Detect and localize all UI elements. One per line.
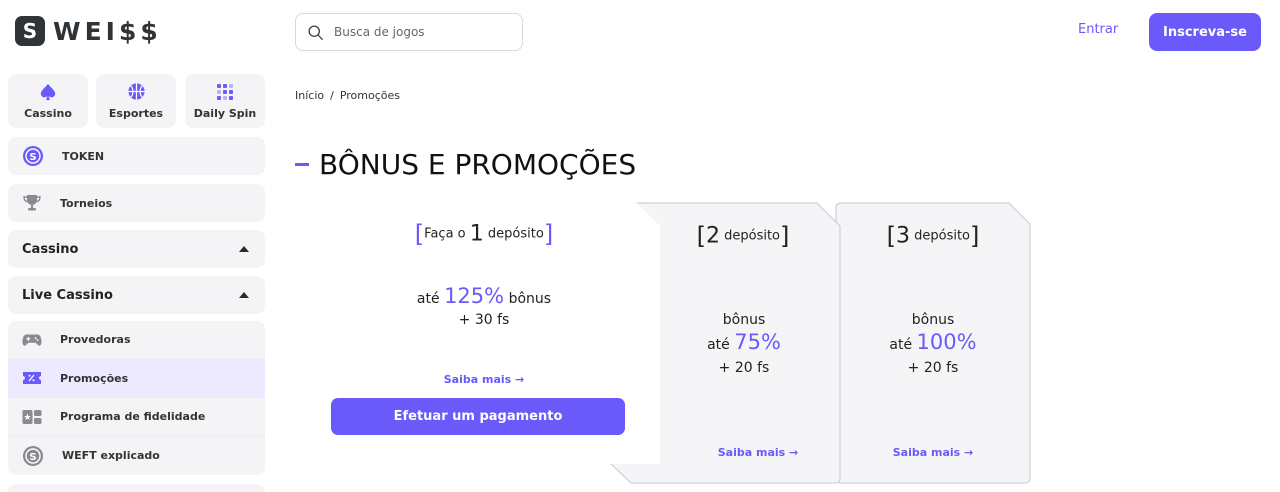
- sidebar-item-label: Torneios: [60, 196, 113, 210]
- tile-cassino[interactable]: Cassino: [8, 74, 88, 128]
- sidebar-item-provedoras[interactable]: Provedoras: [8, 321, 265, 360]
- loyalty-icon: [22, 409, 42, 424]
- sidebar-item-weft[interactable]: S WEFT explicado: [8, 437, 265, 476]
- free-spins: + 20 fs: [907, 360, 959, 376]
- spade-icon: [40, 83, 56, 100]
- search-icon: [308, 24, 323, 40]
- collapse-arrow-icon: [239, 292, 249, 298]
- section-label: Cassino: [22, 241, 79, 257]
- collapse-arrow-icon: [239, 246, 249, 252]
- promo-card-3[interactable]: [3 depósito] bônus até 100% + 20 fs Saib…: [835, 202, 1031, 484]
- coupon-icon: [23, 372, 41, 385]
- logo[interactable]: S WEI$$: [15, 16, 162, 46]
- sidebar-item-fidelidade[interactable]: Programa de fidelidade: [8, 398, 265, 437]
- page-title-text: BÔNUS E PROMOÇÕES: [319, 148, 637, 181]
- deposit-word: depósito: [487, 226, 544, 242]
- bracket-close: ]: [780, 222, 790, 250]
- logo-text: WEI$$: [53, 16, 162, 46]
- bonus-percent: 100%: [916, 330, 977, 354]
- token-coin-icon: S: [23, 146, 43, 166]
- breadcrumb-current: Promoções: [339, 89, 401, 102]
- deposit-prefix: Faça o: [424, 226, 466, 242]
- search-input[interactable]: [334, 25, 494, 39]
- bonus-percent: 75%: [734, 330, 781, 354]
- signup-button[interactable]: Inscreva-se: [1149, 13, 1261, 51]
- breadcrumb-home[interactable]: Início: [295, 89, 324, 102]
- sidebar-item-partial: [8, 484, 265, 492]
- section-label: Live Cassino: [22, 287, 113, 303]
- bracket-open: [: [414, 220, 425, 248]
- ate-label: até: [707, 337, 730, 353]
- sidebar-item-promocoes[interactable]: Promoções: [8, 359, 265, 398]
- sidebar-section-cassino[interactable]: Cassino: [8, 230, 265, 268]
- sidebar-item-label: Programa de fidelidade: [60, 410, 206, 424]
- tile-daily-spin[interactable]: Daily Spin: [185, 74, 265, 128]
- sidebar-item-torneios[interactable]: Torneios: [8, 184, 265, 222]
- tile-label: Daily Spin: [193, 106, 257, 120]
- make-payment-button[interactable]: Efetuar um pagamento: [331, 398, 625, 435]
- bonus-percent-line: até 125% bônus: [298, 284, 670, 308]
- ate-label: até: [416, 291, 440, 307]
- bracket-close: ]: [543, 220, 554, 248]
- card-heading: [3 depósito]: [835, 222, 1031, 250]
- sidebar-item-token[interactable]: S TOKEN: [8, 137, 265, 175]
- search-box[interactable]: [295, 13, 523, 51]
- deposit-number: 1: [469, 221, 484, 247]
- coin-icon: S: [23, 445, 43, 466]
- trophy-icon: [23, 195, 41, 211]
- saiba-mais-link[interactable]: Saiba mais →: [640, 446, 876, 459]
- grid-icon: [217, 83, 233, 100]
- sidebar-item-label: TOKEN: [62, 149, 105, 163]
- breadcrumb: Início / Promoções: [295, 89, 400, 102]
- deposit-word: depósito: [914, 228, 971, 244]
- breadcrumb-separator: /: [330, 89, 334, 102]
- sidebar-item-label: Provedoras: [60, 333, 131, 347]
- sidebar-submenu: Provedoras Promoções Programa de fidelid…: [8, 321, 265, 475]
- bracket-close: ]: [970, 222, 980, 250]
- bonus-label: bônus: [911, 312, 955, 328]
- sidebar-item-label: Promoções: [60, 371, 129, 385]
- sidebar-item-label: WEFT explicado: [62, 449, 160, 463]
- bracket-open: [: [886, 222, 896, 250]
- bonus-percent-line: até 100%: [835, 330, 1031, 354]
- logo-badge: S: [15, 16, 45, 46]
- tile-label: Cassino: [24, 106, 72, 120]
- basketball-icon: [127, 83, 145, 100]
- sidebar-section-live-cassino[interactable]: Live Cassino: [8, 276, 265, 314]
- bracket-open: [: [696, 222, 706, 250]
- deposit-number: 3: [895, 223, 910, 249]
- free-spins: + 30 fs: [458, 312, 510, 328]
- bonus-percent: 125%: [444, 284, 505, 308]
- ate-label: até: [889, 337, 913, 353]
- svg-text:S: S: [29, 152, 36, 163]
- svg-text:S: S: [29, 452, 36, 463]
- page-title: BÔNUS E PROMOÇÕES: [295, 148, 636, 181]
- tile-esportes[interactable]: Esportes: [96, 74, 176, 128]
- deposit-number: 2: [705, 223, 720, 249]
- card-heading: [Faça o 1 depósito]: [298, 220, 670, 248]
- gamepad-icon: [22, 334, 42, 346]
- title-accent-dash: [295, 163, 309, 166]
- tile-label: Esportes: [108, 107, 164, 120]
- bonus-label: bônus: [508, 291, 552, 307]
- login-button[interactable]: Entrar: [1078, 22, 1118, 37]
- saiba-mais-link[interactable]: Saiba mais →: [298, 373, 670, 386]
- deposit-word: depósito: [724, 228, 781, 244]
